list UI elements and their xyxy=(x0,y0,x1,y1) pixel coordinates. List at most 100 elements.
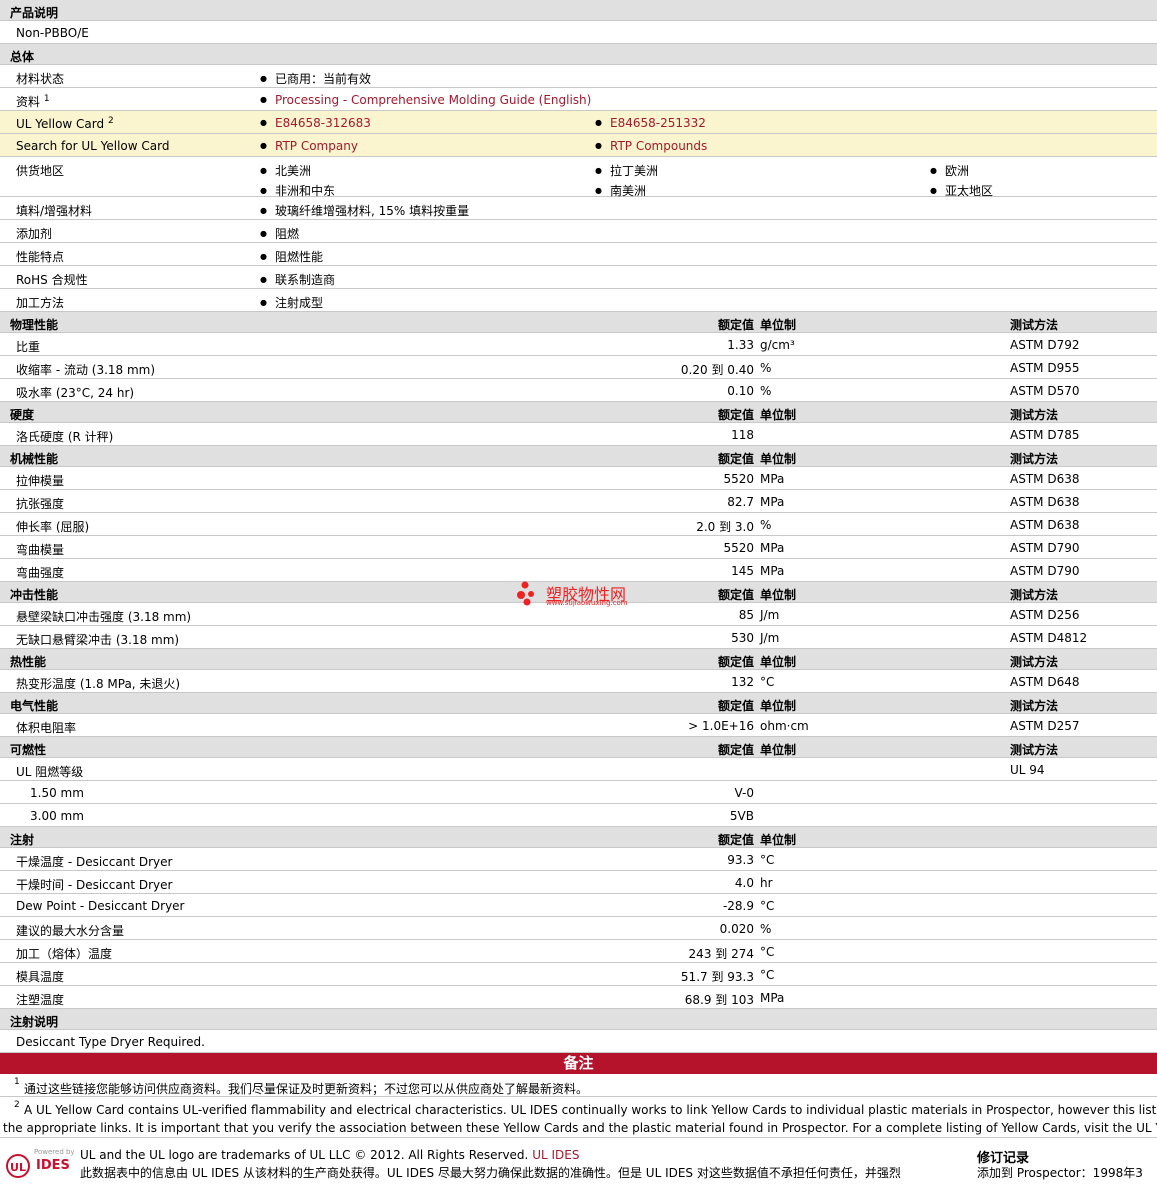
table-row: 弯曲强度 145 MPa ASTM D790 xyxy=(0,559,1157,582)
note-1-text: 通过这些链接您能够访问供应商资料。我们尽量保证及时更新资料；不过您可以从供应商处… xyxy=(24,1082,589,1096)
row-value: 51.7 到 93.3 xyxy=(680,970,754,984)
row-method: ASTM D790 xyxy=(1010,541,1080,555)
row-regions: 供货地区 北美洲 拉丁美洲 欧洲 非洲和中东 南美洲 亚太地区 xyxy=(0,157,1157,198)
header-method: 测试方法 xyxy=(1010,655,1059,669)
row-label: 资料 xyxy=(16,95,41,109)
notes-header: 备注 xyxy=(0,1053,1157,1074)
row-unit: °C xyxy=(760,899,775,913)
row-unit: % xyxy=(760,922,772,936)
table-row: 1.50 mm V-0 xyxy=(0,781,1157,804)
row-label: 1.50 mm xyxy=(30,786,84,800)
row-value: 阻燃 xyxy=(260,225,299,242)
row-unit: MPa xyxy=(760,541,785,555)
row-search-ul-card: Search for UL Yellow Card RTP Company RT… xyxy=(0,134,1157,157)
table-row: 拉伸模量 5520 MPa ASTM D638 xyxy=(0,467,1157,490)
header-method: 测试方法 xyxy=(1010,452,1059,466)
row-label: 抗张强度 xyxy=(16,497,65,511)
row-method: ASTM D785 xyxy=(1010,428,1080,442)
row-label: UL 阻燃等级 xyxy=(16,765,84,779)
header-method: 测试方法 xyxy=(1010,743,1059,757)
table-row: 加工（熔体）温度 243 到 274 °C xyxy=(0,940,1157,963)
header-unit: 单位制 xyxy=(760,743,797,757)
row-unit: J/m xyxy=(760,608,780,622)
section-title: 可燃性 xyxy=(10,743,47,757)
row-label: 供货地区 xyxy=(16,164,65,178)
row-material-status: 材料状态 已商用：当前有效 xyxy=(0,65,1157,88)
row-unit: MPa xyxy=(760,495,785,509)
row-label: 模具温度 xyxy=(16,970,65,984)
row-label: RoHS 合规性 xyxy=(16,273,88,287)
row-unit: °C xyxy=(760,675,775,689)
table-row: 伸长率 (屈服) 2.0 到 3.0% ASTM D638 xyxy=(0,513,1157,536)
ul-card-link-1[interactable]: E84658-312683 xyxy=(275,116,371,130)
row-value: 118 xyxy=(731,428,754,442)
row-label: 吸水率 (23°C, 24 hr) xyxy=(16,386,135,400)
row-unit: % xyxy=(760,361,772,375)
section-title: 电气性能 xyxy=(10,699,59,713)
watermark-dots-icon xyxy=(517,581,534,606)
note-2-text-line2: the appropriate links. It is important t… xyxy=(3,1121,1157,1135)
header-value: 额定值 xyxy=(717,833,754,847)
rtp-company-link[interactable]: RTP Company xyxy=(275,139,358,153)
row-value: 阻燃性能 xyxy=(260,248,323,265)
row-value: 82.7 xyxy=(727,495,754,509)
row-value: 4.0 xyxy=(734,876,754,890)
row-label: 弯曲模量 xyxy=(16,543,65,557)
row-unit: MPa xyxy=(760,564,785,578)
section-header-description: 产品说明 xyxy=(0,0,1157,21)
ul-card-link-2[interactable]: E84658-251332 xyxy=(610,116,706,130)
row-value: 注射成型 xyxy=(260,294,323,311)
row-method: ASTM D792 xyxy=(1010,338,1080,352)
row-value: 5520 xyxy=(723,472,754,486)
section-header-physical: 物理性能 额定值 单位制 测试方法 xyxy=(0,312,1157,333)
row-value: 已商用：当前有效 xyxy=(260,70,371,87)
header-unit: 单位制 xyxy=(760,588,797,602)
row-label: 悬壁梁缺口冲击强度 (3.18 mm) xyxy=(16,610,192,624)
row-label: 加工方法 xyxy=(16,296,65,310)
row-method: ASTM D638 xyxy=(1010,495,1080,509)
row-label: Dew Point - Desiccant Dryer xyxy=(16,899,185,913)
section-header-general: 总体 xyxy=(0,44,1157,65)
row-method: ASTM D570 xyxy=(1010,384,1080,398)
row-documents: 资料 1 Processing - Comprehensive Molding … xyxy=(0,88,1157,111)
row-label: 热变形温度 (1.8 MPa, 未退火) xyxy=(16,677,181,691)
table-row: UL 阻燃等级 UL 94 xyxy=(0,758,1157,781)
section-title: 总体 xyxy=(10,50,35,64)
row-value: 145 xyxy=(731,564,754,578)
row-label: 3.00 mm xyxy=(30,809,84,823)
ul-ides-link[interactable]: UL IDES xyxy=(532,1148,579,1162)
section-title: 注射说明 xyxy=(10,1015,59,1029)
row-label: 比重 xyxy=(16,340,41,354)
row-method: ASTM D256 xyxy=(1010,608,1080,622)
watermark-url: www.sujiaowuxing.com xyxy=(546,599,628,607)
trademark-text: UL and the UL logo are trademarks of UL … xyxy=(80,1148,529,1162)
row-value: 0.020 xyxy=(719,922,754,936)
row-label: 注塑温度 xyxy=(16,993,65,1007)
injection-notes-row: Desiccant Type Dryer Required. xyxy=(0,1030,1157,1053)
row-value: 0.10 xyxy=(727,384,754,398)
rtp-compounds-link[interactable]: RTP Compounds xyxy=(610,139,707,153)
row-value: 132 xyxy=(731,675,754,689)
region-item: 北美洲 xyxy=(260,162,311,179)
header-method: 测试方法 xyxy=(1010,408,1059,422)
row-label: 收缩率 - 流动 (3.18 mm) xyxy=(16,363,156,377)
property-sections: 物理性能 额定值 单位制 测试方法 比重 1.33 g/cm³ ASTM D792 收缩率 - … xyxy=(0,312,1157,1009)
row-process-method: 加工方法 注射成型 xyxy=(0,289,1157,312)
row-label: 弯曲强度 xyxy=(16,566,65,580)
section-title: 机械性能 xyxy=(10,452,59,466)
row-unit: J/m xyxy=(760,631,780,645)
row-unit: % xyxy=(760,518,772,532)
row-label: Search for UL Yellow Card xyxy=(16,139,170,153)
row-value: 联系制造商 xyxy=(260,271,335,288)
row-unit: hr xyxy=(760,876,773,890)
note-2: 2 A UL Yellow Card contains UL-verified … xyxy=(0,1097,1157,1138)
row-value: 5VB xyxy=(729,809,754,823)
ul-ides-logo: Powered by UL IDES xyxy=(4,1148,75,1178)
section-header-hardness: 硬度 额定值 单位制 测试方法 xyxy=(0,402,1157,423)
processing-guide-link[interactable]: Processing - Comprehensive Molding Guide… xyxy=(275,93,591,107)
row-additive: 添加剂 阻燃 xyxy=(0,220,1157,243)
header-unit: 单位制 xyxy=(760,655,797,669)
section-title: 热性能 xyxy=(10,655,47,669)
header-value: 额定值 xyxy=(717,743,754,757)
table-row: 模具温度 51.7 到 93.3 °C xyxy=(0,963,1157,986)
